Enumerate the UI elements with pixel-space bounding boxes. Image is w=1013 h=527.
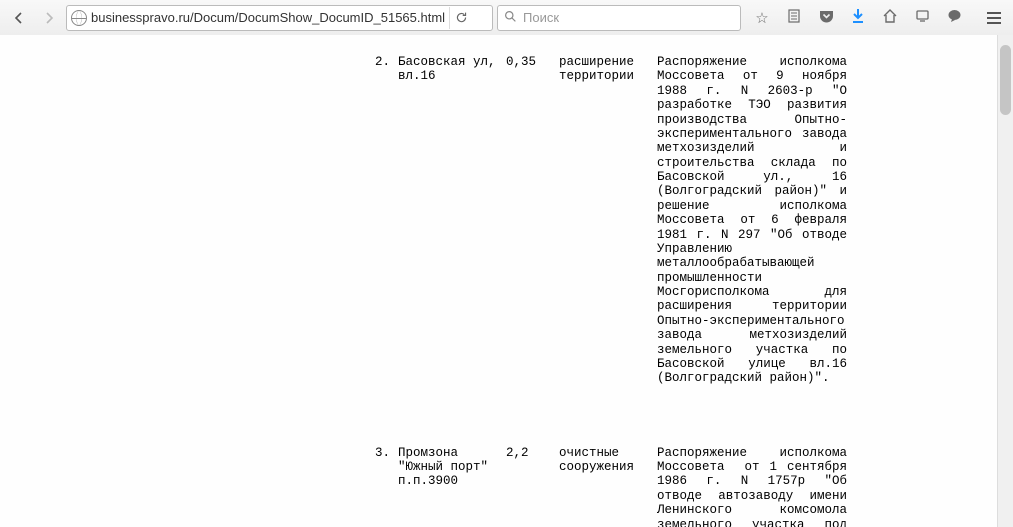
cell-purpose: расширение территории	[559, 55, 657, 386]
forward-button[interactable]	[36, 5, 62, 31]
cell-number: 3.	[360, 446, 398, 527]
search-icon	[504, 10, 517, 26]
cell-number: 2.	[360, 55, 398, 386]
cell-basis: Распоряжение исполкома Моссовета от 9 но…	[657, 55, 855, 386]
chat-icon[interactable]	[945, 9, 963, 27]
globe-icon	[71, 10, 87, 26]
browser-toolbar: businesspravo.ru/Docum/DocumShow_DocumID…	[0, 0, 1013, 36]
cell-purpose: очистные сооружения	[559, 446, 657, 527]
sync-icon[interactable]	[913, 8, 931, 27]
table-row: 2. Басовская ул, вл.16 0,35 расширение т…	[360, 55, 855, 386]
cell-value: 2,2	[506, 446, 559, 527]
menu-button[interactable]	[981, 5, 1007, 31]
cell-basis: Распоряжение исполкома Моссовета от 1 се…	[657, 446, 855, 527]
row-gap	[360, 386, 855, 446]
toolbar-icons: ☆	[745, 8, 971, 28]
reader-icon[interactable]	[785, 9, 803, 27]
cell-address: Промзона "Южный порт" п.п.3900	[398, 446, 506, 527]
scrollbar-track[interactable]	[997, 35, 1013, 527]
cell-address: Басовская ул, вл.16	[398, 55, 506, 386]
home-icon[interactable]	[881, 9, 899, 27]
pocket-icon[interactable]	[817, 9, 835, 27]
cell-value: 0,35	[506, 55, 559, 386]
page-content: 2. Басовская ул, вл.16 0,35 расширение т…	[0, 35, 1013, 527]
url-bar[interactable]: businesspravo.ru/Docum/DocumShow_DocumID…	[66, 5, 493, 31]
download-icon[interactable]	[849, 8, 867, 28]
table-row: 3. Промзона "Южный порт" п.п.3900 2,2 оч…	[360, 446, 855, 527]
document-body: 2. Басовская ул, вл.16 0,35 расширение т…	[0, 35, 1013, 527]
reload-button[interactable]	[449, 7, 472, 29]
bookmark-icon[interactable]: ☆	[753, 9, 771, 27]
url-text: businesspravo.ru/Docum/DocumShow_DocumID…	[91, 10, 445, 25]
scrollbar-thumb[interactable]	[1000, 45, 1011, 115]
back-button[interactable]	[6, 5, 32, 31]
search-bar[interactable]: Поиск	[497, 5, 741, 31]
search-placeholder: Поиск	[523, 10, 559, 25]
document-table: 2. Басовская ул, вл.16 0,35 расширение т…	[360, 55, 855, 527]
